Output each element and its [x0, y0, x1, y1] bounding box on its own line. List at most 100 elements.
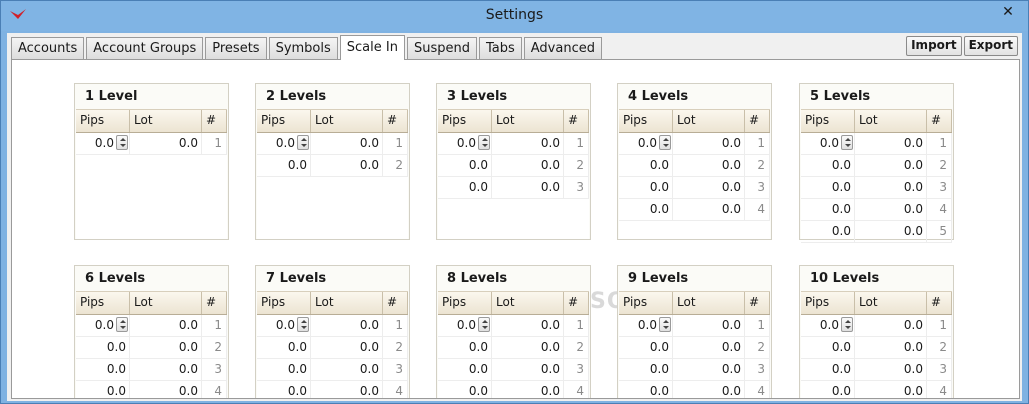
tab-suspend[interactable]: Suspend	[406, 37, 477, 59]
table-row[interactable]: 0.0 0.0 3	[76, 359, 227, 381]
lot-cell[interactable]: 0.0	[492, 155, 564, 176]
spinner-arrows-icon[interactable]	[841, 317, 853, 332]
table-row[interactable]: 0.0 0.0 1	[438, 133, 589, 155]
number-column-header[interactable]: #	[202, 292, 227, 314]
pips-cell[interactable]: 0.0	[257, 315, 311, 336]
number-column-header[interactable]: #	[383, 292, 408, 314]
lot-cell[interactable]: 0.0	[130, 315, 202, 336]
table-row[interactable]: 0.0 0.0 2	[257, 337, 408, 359]
tab-advanced[interactable]: Advanced	[523, 37, 602, 59]
table-row[interactable]: 0.0 0.0 1	[619, 133, 770, 155]
pips-cell[interactable]: 0.0	[801, 221, 855, 242]
pips-cell[interactable]: 0.0	[76, 315, 130, 336]
table-row[interactable]: 0.0 0.0 2	[438, 155, 589, 177]
table-row[interactable]: 0.0 0.0 3	[619, 359, 770, 381]
table-row[interactable]: 0.0 0.0 1	[76, 315, 227, 337]
table-row[interactable]: 0.0 0.0 1	[257, 315, 408, 337]
pips-cell[interactable]: 0.0	[438, 133, 492, 154]
lot-cell[interactable]: 0.0	[673, 199, 745, 220]
pips-cell[interactable]: 0.0	[619, 359, 673, 380]
lot-cell[interactable]: 0.0	[492, 177, 564, 198]
pips-cell[interactable]: 0.0	[619, 337, 673, 358]
lot-column-header[interactable]: Lot	[130, 110, 202, 132]
table-row[interactable]: 0.0 0.0 4	[619, 199, 770, 221]
table-row[interactable]: 0.0 0.0 2	[257, 155, 408, 177]
pips-column-header[interactable]: Pips	[76, 110, 130, 132]
pips-cell[interactable]: 0.0	[801, 199, 855, 220]
pips-column-header[interactable]: Pips	[801, 292, 855, 314]
pips-cell[interactable]: 0.0	[257, 337, 311, 358]
lot-cell[interactable]: 0.0	[855, 315, 927, 336]
table-row[interactable]: 0.0 0.0 4	[257, 381, 408, 398]
table-row[interactable]: 0.0 0.0 2	[76, 337, 227, 359]
pips-cell[interactable]: 0.0	[619, 315, 673, 336]
lot-cell[interactable]: 0.0	[673, 337, 745, 358]
pips-cell[interactable]: 0.0	[438, 155, 492, 176]
lot-cell[interactable]: 0.0	[492, 315, 564, 336]
table-row[interactable]: 0.0 0.0 1	[801, 315, 952, 337]
pips-cell[interactable]: 0.0	[76, 381, 130, 398]
spinner-arrows-icon[interactable]	[478, 135, 490, 150]
lot-cell[interactable]: 0.0	[492, 359, 564, 380]
title-bar[interactable]: Settings ✕	[1, 1, 1028, 31]
table-row[interactable]: 0.0 0.0 4	[801, 381, 952, 398]
spinner-arrows-icon[interactable]	[478, 317, 490, 332]
lot-cell[interactable]: 0.0	[673, 133, 745, 154]
lot-cell[interactable]: 0.0	[311, 359, 383, 380]
lot-cell[interactable]: 0.0	[492, 337, 564, 358]
tab-accounts[interactable]: Accounts	[11, 37, 85, 59]
pips-cell[interactable]: 0.0	[801, 315, 855, 336]
table-row[interactable]: 0.0 0.0 5	[801, 221, 952, 243]
table-row[interactable]: 0.0 0.0 3	[801, 359, 952, 381]
lot-cell[interactable]: 0.0	[311, 381, 383, 398]
lot-column-header[interactable]: Lot	[311, 292, 383, 314]
pips-cell[interactable]: 0.0	[619, 177, 673, 198]
spinner-arrows-icon[interactable]	[659, 317, 671, 332]
table-row[interactable]: 0.0 0.0 2	[619, 337, 770, 359]
pips-cell[interactable]: 0.0	[438, 381, 492, 398]
spinner-arrows-icon[interactable]	[297, 135, 309, 150]
tab-symbols[interactable]: Symbols	[268, 37, 338, 59]
spinner-arrows-icon[interactable]	[297, 317, 309, 332]
table-row[interactable]: 0.0 0.0 4	[438, 381, 589, 398]
lot-cell[interactable]: 0.0	[492, 133, 564, 154]
pips-cell[interactable]: 0.0	[801, 359, 855, 380]
pips-column-header[interactable]: Pips	[438, 110, 492, 132]
lot-cell[interactable]: 0.0	[492, 381, 564, 398]
pips-column-header[interactable]: Pips	[257, 292, 311, 314]
lot-column-header[interactable]: Lot	[311, 110, 383, 132]
tab-account-groups[interactable]: Account Groups	[86, 37, 204, 59]
spinner-arrows-icon[interactable]	[116, 135, 128, 150]
number-column-header[interactable]: #	[202, 110, 227, 132]
pips-cell[interactable]: 0.0	[801, 155, 855, 176]
pips-cell[interactable]: 0.0	[257, 133, 311, 154]
pips-cell[interactable]: 0.0	[76, 133, 130, 154]
pips-cell[interactable]: 0.0	[801, 337, 855, 358]
lot-cell[interactable]: 0.0	[130, 133, 202, 154]
table-row[interactable]: 0.0 0.0 3	[619, 177, 770, 199]
spinner-arrows-icon[interactable]	[659, 135, 671, 150]
pips-column-header[interactable]: Pips	[76, 292, 130, 314]
lot-cell[interactable]: 0.0	[855, 221, 927, 242]
tab-tabs[interactable]: Tabs	[478, 37, 522, 59]
lot-cell[interactable]: 0.0	[673, 315, 745, 336]
lot-cell[interactable]: 0.0	[855, 155, 927, 176]
lot-column-header[interactable]: Lot	[855, 110, 927, 132]
lot-column-header[interactable]: Lot	[855, 292, 927, 314]
lot-cell[interactable]: 0.0	[311, 133, 383, 154]
lot-cell[interactable]: 0.0	[673, 155, 745, 176]
close-button[interactable]: ✕	[992, 2, 1024, 22]
spinner-arrows-icon[interactable]	[841, 135, 853, 150]
lot-column-header[interactable]: Lot	[492, 110, 564, 132]
pips-cell[interactable]: 0.0	[257, 381, 311, 398]
export-button[interactable]: Export	[963, 36, 1018, 56]
lot-cell[interactable]: 0.0	[855, 133, 927, 154]
table-row[interactable]: 0.0 0.0 2	[438, 337, 589, 359]
lot-cell[interactable]: 0.0	[855, 381, 927, 398]
pips-cell[interactable]: 0.0	[438, 359, 492, 380]
number-column-header[interactable]: #	[564, 110, 589, 132]
number-column-header[interactable]: #	[927, 110, 952, 132]
lot-cell[interactable]: 0.0	[855, 337, 927, 358]
pips-cell[interactable]: 0.0	[76, 359, 130, 380]
pips-cell[interactable]: 0.0	[801, 133, 855, 154]
